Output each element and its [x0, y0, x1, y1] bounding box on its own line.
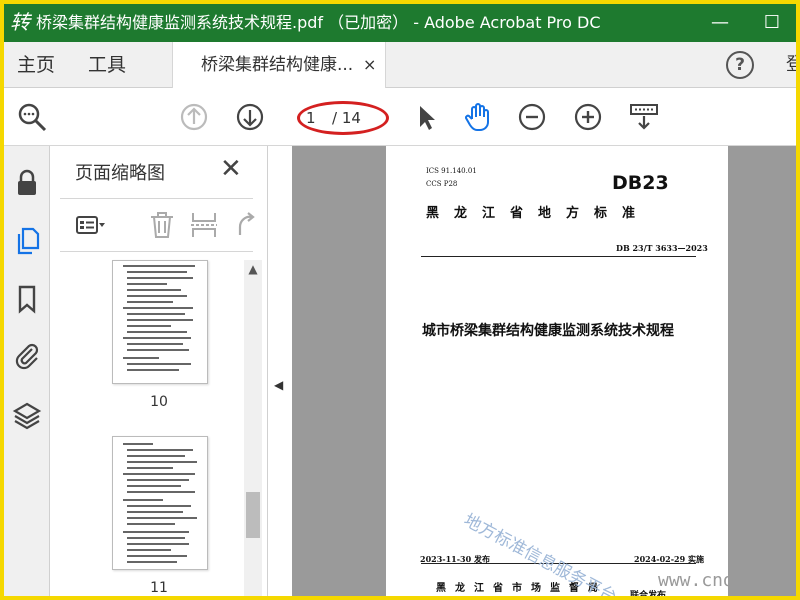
zoom-out-icon[interactable]: [516, 101, 548, 133]
thumbnail-label-10: 10: [150, 394, 168, 410]
delete-page-icon[interactable]: [146, 209, 178, 241]
standard-number: DB 23/T 3633—2023: [616, 243, 708, 253]
panel-close-button[interactable]: ✕: [220, 154, 242, 184]
attachment-icon[interactable]: [12, 340, 42, 370]
keyboard-tool-icon[interactable]: [628, 101, 660, 133]
db-logo: DB23: [612, 172, 669, 194]
prev-page-icon[interactable]: [178, 101, 210, 133]
collapse-arrow-icon[interactable]: ◀: [274, 378, 283, 392]
ccs-code: CCS P28: [426, 180, 458, 188]
toolbar: 1 / 14: [4, 88, 796, 146]
zoom-search-icon[interactable]: [16, 101, 48, 133]
zoom-in-icon[interactable]: [572, 101, 604, 133]
document-viewport[interactable]: ICS 91.140.01 CCS P28 DB23 黑龙江省地方标准 DB 2…: [292, 146, 796, 596]
panel-toolbar: [60, 198, 255, 252]
thumbnail-scrollbar[interactable]: [244, 260, 262, 596]
page-thumbnails-panel: 页面缩略图 ✕ 10 11 ▲: [50, 146, 268, 596]
menu-signin-partial[interactable]: 登: [786, 42, 796, 88]
site-logo-mark: 转: [10, 10, 30, 34]
pdf-page: ICS 91.140.01 CCS P28 DB23 黑龙江省地方标准 DB 2…: [386, 146, 728, 596]
document-title: 城市桥梁集群结构健康监测系统技术规程: [422, 323, 674, 339]
panel-title: 页面缩略图: [75, 163, 165, 184]
menu-tools[interactable]: 工具: [88, 42, 126, 88]
navigation-rail: [4, 146, 50, 596]
province-standard-heading: 黑龙江省地方标准: [426, 206, 651, 221]
rotate-page-icon[interactable]: [230, 209, 262, 241]
bookmark-icon[interactable]: [12, 284, 42, 314]
layers-icon[interactable]: [12, 400, 42, 430]
hand-tool-icon[interactable]: [462, 101, 494, 133]
pages-icon[interactable]: [12, 226, 42, 256]
title-bar: 转 桥梁集群结构健康监测系统技术规程.pdf （已加密） - Adobe Acr…: [4, 4, 796, 42]
minimize-button[interactable]: —: [700, 4, 740, 42]
thumbnail-options-icon[interactable]: [74, 209, 106, 241]
document-tab[interactable]: 桥梁集群结构健康... ×: [172, 42, 386, 88]
header-rule: [421, 256, 696, 257]
scroll-up-button[interactable]: ▲: [244, 260, 262, 278]
thumbnail-page-10[interactable]: [112, 260, 208, 384]
thumbnail-page-11[interactable]: [112, 436, 208, 570]
next-page-icon[interactable]: [234, 101, 266, 133]
window-title: 桥梁集群结构健康监测系统技术规程.pdf （已加密） - Adobe Acrob…: [36, 13, 601, 32]
site-watermark: www.cnd: [658, 570, 734, 591]
document-tab-close-button[interactable]: ×: [363, 42, 376, 88]
panel-collapse-strip[interactable]: ◀: [268, 146, 292, 596]
menu-bar: 主页 工具 桥梁集群结构健康... × ? 登: [4, 42, 796, 88]
page-number-input[interactable]: 1 / 14: [297, 101, 389, 135]
app-window: 转 桥梁集群结构健康监测系统技术规程.pdf （已加密） - Adobe Acr…: [4, 4, 796, 596]
highlight-ring-annotation: [297, 101, 389, 135]
help-icon[interactable]: ?: [726, 51, 754, 79]
extract-page-icon[interactable]: [188, 209, 220, 241]
maximize-button[interactable]: ☐: [752, 4, 792, 42]
menu-home[interactable]: 主页: [17, 42, 55, 88]
thumbnail-label-11: 11: [150, 580, 168, 596]
select-arrow-icon[interactable]: [410, 101, 442, 133]
lock-icon[interactable]: [12, 168, 42, 198]
ics-code: ICS 91.140.01: [426, 167, 477, 175]
scrollbar-thumb[interactable]: [246, 492, 260, 538]
document-tab-label: 桥梁集群结构健康...: [201, 55, 354, 75]
